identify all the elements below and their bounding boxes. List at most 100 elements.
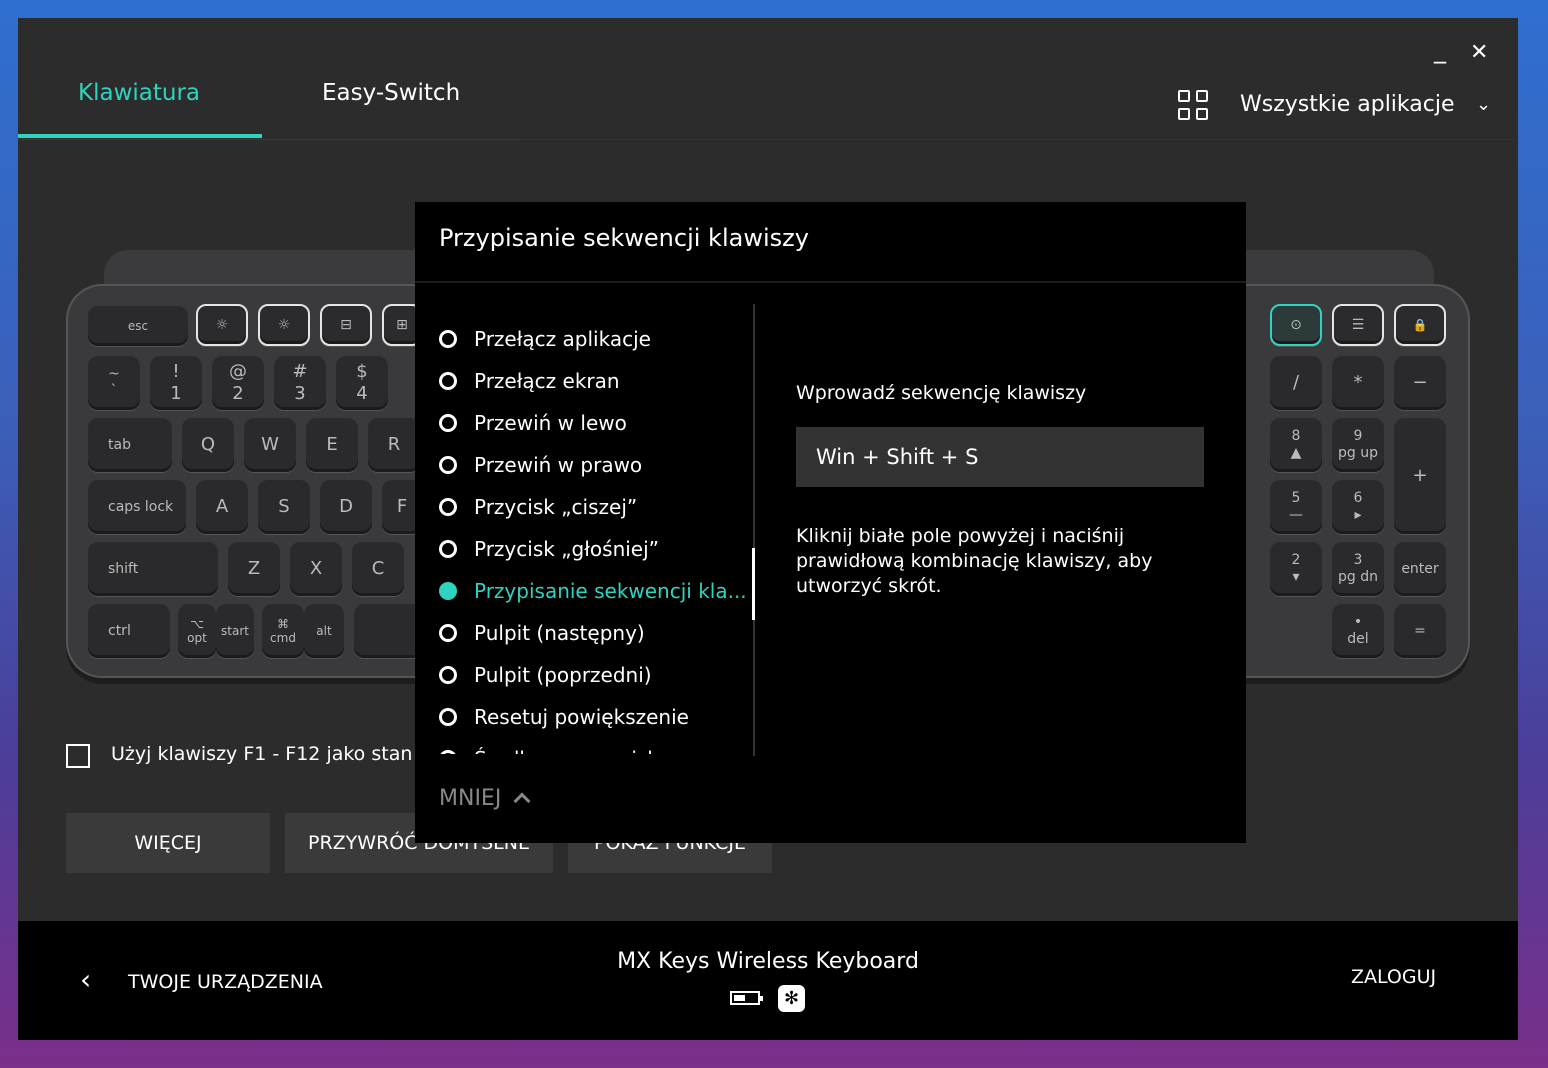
action-list-item[interactable]: Środkowy przycisk (439, 744, 659, 754)
less-label: MNIEJ (439, 786, 502, 811)
f-keys-checkbox[interactable] (66, 744, 90, 768)
key-enter[interactable]: enter (1394, 542, 1446, 596)
sequence-help-text: Kliknij białe pole powyżej i naciśnij pr… (796, 525, 1153, 597)
key-space[interactable] (354, 604, 422, 658)
key-sequence-input[interactable]: Win + Shift + S (796, 427, 1204, 487)
chevron-down-icon[interactable]: ⌄ (1476, 94, 1491, 115)
battery-icon (730, 991, 763, 1005)
key-plus[interactable]: + (1394, 418, 1446, 534)
key-f1[interactable]: ☼ (196, 304, 248, 346)
action-list-item-label: Resetuj powiększenie (474, 705, 689, 729)
key-opt[interactable]: ⌥ opt (178, 604, 216, 658)
action-list-item-label: Przewiń w lewo (474, 411, 627, 435)
close-button[interactable]: ✕ (1470, 40, 1488, 65)
receiver-icon: ✻ (778, 985, 805, 1012)
key-f3[interactable]: ⊟ (320, 304, 372, 346)
tab-klawiatura[interactable]: Klawiatura (78, 80, 200, 106)
radio-button[interactable] (439, 372, 457, 390)
key-tilde[interactable]: ~ ` (88, 356, 140, 410)
action-list-item[interactable]: Pulpit (następny) (439, 618, 645, 648)
less-toggle[interactable]: MNIEJ (439, 786, 531, 811)
more-button[interactable]: WIĘCEJ (66, 813, 270, 873)
app-selector[interactable]: Wszystkie aplikacje (1240, 92, 1455, 117)
sequence-label: Wprowadź sekwencję klawiszy (796, 382, 1087, 404)
key-3[interactable]: # 3 (274, 356, 326, 410)
key-esc[interactable]: esc (88, 306, 188, 346)
minimize-button[interactable]: _ (1434, 36, 1446, 64)
options-window: _ ✕ Klawiatura Easy-Switch Wszystkie apl… (18, 18, 1518, 1040)
key-num6[interactable]: 6 ▸ (1332, 480, 1384, 534)
action-list-item-label: Środkowy przycisk (474, 747, 659, 754)
radio-button[interactable] (439, 456, 457, 474)
action-list-item[interactable]: Przycisk „głośniej” (439, 534, 659, 564)
key-q[interactable]: Q (182, 418, 234, 472)
active-tab-indicator (18, 134, 262, 138)
key-num8[interactable]: 8 ▲ (1270, 418, 1322, 472)
radio-button[interactable] (439, 708, 457, 726)
key-w[interactable]: W (244, 418, 296, 472)
key-minus[interactable]: − (1394, 356, 1446, 410)
action-list-item[interactable]: Resetuj powiększenie (439, 702, 689, 732)
radio-button[interactable] (439, 498, 457, 516)
action-list-item[interactable]: Przypisanie sekwencji kla... (439, 576, 747, 606)
action-list[interactable]: Przełącz aplikacje Przełącz ekran Przewiń … (439, 302, 759, 754)
action-list-item-label: Przycisk „głośniej” (474, 537, 660, 561)
key-alt[interactable]: alt (304, 604, 344, 658)
key-d[interactable]: D (320, 480, 372, 534)
your-devices-link[interactable]: TWOJE URZĄDZENIA (128, 971, 323, 993)
key-ctrl[interactable]: ctrl (88, 604, 170, 658)
action-list-item-label: Przełącz aplikacje (474, 327, 651, 351)
key-multiply[interactable]: * (1332, 356, 1384, 410)
action-list-item[interactable]: Przełącz ekran (439, 366, 620, 396)
grid-icon[interactable] (1178, 90, 1208, 120)
action-list-item[interactable]: Przełącz aplikacje (439, 324, 651, 354)
key-c[interactable]: C (352, 542, 404, 596)
key-4[interactable]: $ 4 (336, 356, 388, 410)
action-list-item-label: Przycisk „ciszej” (474, 495, 638, 519)
key-del[interactable]: • del (1332, 604, 1384, 658)
key-shift[interactable]: shift (88, 542, 218, 596)
key-equals[interactable]: = (1394, 604, 1446, 658)
action-list-item[interactable]: Przycisk „ciszej” (439, 492, 637, 522)
action-list-item-label: Przypisanie sekwencji kla... (474, 579, 747, 603)
key-z[interactable]: Z (228, 542, 280, 596)
key-s[interactable]: S (258, 480, 310, 534)
key-menu[interactable]: ☰ (1332, 304, 1384, 346)
radio-button[interactable] (439, 330, 457, 348)
key-start[interactable]: start (216, 604, 254, 658)
radio-button[interactable] (439, 666, 457, 684)
action-list-item-label: Pulpit (poprzedni) (474, 663, 652, 687)
scrollbar-track[interactable] (753, 304, 755, 756)
key-f2[interactable]: ☼ (258, 304, 310, 346)
key-1[interactable]: ! 1 (150, 356, 202, 410)
key-divide[interactable]: / (1270, 356, 1322, 410)
key-2[interactable]: @ 2 (212, 356, 264, 410)
f-keys-label: Użyj klawiszy F1 - F12 jako stan (111, 743, 413, 765)
key-num2[interactable]: 2 ▾ (1270, 542, 1322, 596)
key-num3[interactable]: 3 pg dn (1332, 542, 1384, 596)
action-list-item[interactable]: Przewiń w lewo (439, 408, 627, 438)
key-a[interactable]: A (196, 480, 248, 534)
login-link[interactable]: ZALOGUJ (1351, 966, 1436, 988)
action-list-item[interactable]: Przewiń w prawo (439, 450, 642, 480)
key-lock[interactable]: 🔒 (1394, 304, 1446, 346)
radio-button[interactable] (439, 414, 457, 432)
radio-button[interactable] (439, 750, 457, 754)
key-caps-lock[interactable]: caps lock (88, 480, 186, 534)
tab-easy-switch[interactable]: Easy-Switch (322, 80, 460, 106)
key-tab[interactable]: tab (88, 418, 172, 472)
key-screenshot[interactable]: ⊙ (1270, 304, 1322, 346)
key-cmd[interactable]: ⌘ cmd (262, 604, 304, 658)
scrollbar-thumb[interactable] (752, 548, 755, 620)
key-num9[interactable]: 9 pg up (1332, 418, 1384, 472)
device-name: MX Keys Wireless Keyboard (617, 949, 919, 974)
key-x[interactable]: X (290, 542, 342, 596)
radio-button[interactable] (439, 624, 457, 642)
radio-button[interactable] (439, 582, 457, 600)
key-num5[interactable]: 5 — (1270, 480, 1322, 534)
key-r[interactable]: R (368, 418, 420, 472)
action-list-item[interactable]: Pulpit (poprzedni) (439, 660, 652, 690)
key-e[interactable]: E (306, 418, 358, 472)
radio-button[interactable] (439, 540, 457, 558)
action-list-item-label: Przełącz ekran (474, 369, 620, 393)
